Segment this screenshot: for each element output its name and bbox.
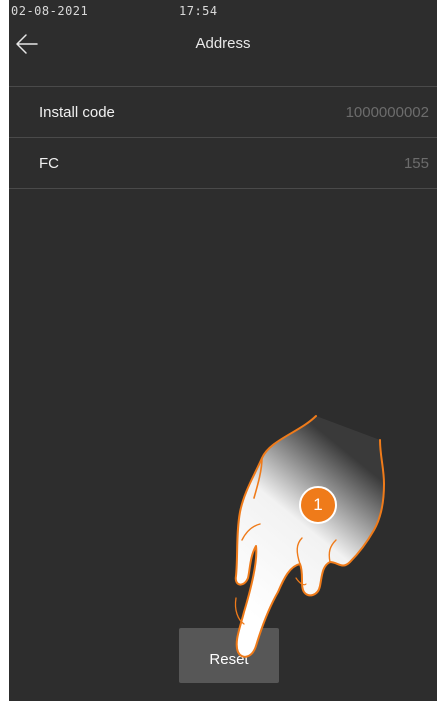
- install-code-value: 1000000002: [345, 104, 429, 121]
- status-bar: 02-08-2021 17:54: [9, 0, 437, 20]
- page-title: Address: [195, 35, 251, 52]
- setting-row-install-code[interactable]: Install code 1000000002: [9, 86, 437, 137]
- install-code-label: Install code: [39, 104, 115, 121]
- reset-button[interactable]: Reset: [179, 628, 279, 683]
- setting-row-fc[interactable]: FC 155: [9, 137, 437, 189]
- status-date: 02-08-2021: [11, 4, 89, 18]
- header: Address: [9, 20, 437, 68]
- fc-label: FC: [39, 155, 59, 172]
- settings-list: Install code 1000000002 FC 155: [9, 86, 437, 189]
- fc-value: 155: [403, 155, 429, 172]
- device-screen: 02-08-2021 17:54 Address Install code 10…: [9, 0, 437, 701]
- step-number-badge: 1: [299, 486, 337, 524]
- status-time: 17:54: [179, 4, 218, 18]
